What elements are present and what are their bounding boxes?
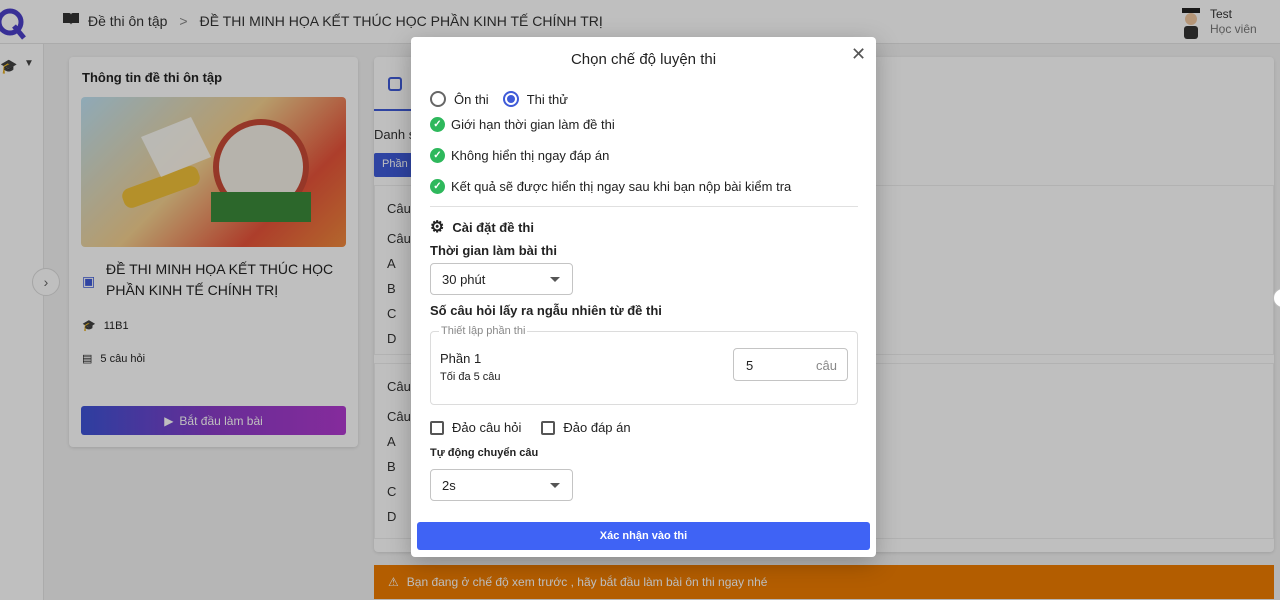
part-max: Tối đa 5 câu [440,371,501,383]
caret-down-icon [550,483,560,488]
time-label: Thời gian làm bài thi [430,243,557,258]
shuffle-answers-label[interactable]: Đảo đáp án [563,420,630,435]
auto-next-label: Tự động chuyển câu [430,447,539,459]
auto-next-select[interactable]: 2s [430,469,573,501]
question-count-input[interactable]: 5 câu [733,348,848,381]
dialog-title: Chọn chế độ luyện thi [570,51,717,68]
feature-text: Giới hạn thời gian làm đề thi [451,117,615,132]
time-select-value: 30 phút [442,272,486,287]
settings-heading: ⚙ Cài đặt đề thi [430,217,534,237]
shuffle-options: Đảo câu hỏi Đảo đáp án [430,420,631,435]
auto-next-value: 2s [442,478,456,493]
question-count-unit: câu [816,358,837,373]
shuffle-questions-label[interactable]: Đảo câu hỏi [452,420,521,435]
part-name: Phần 1 [440,351,482,366]
shuffle-questions-checkbox[interactable] [430,420,444,435]
feature-item: ✓ Kết quả sẽ được hiển thị ngay sau khi … [430,179,791,194]
divider [430,206,858,207]
caret-down-icon [550,277,560,282]
feature-item: ✓ Không hiển thị ngay đáp án [430,148,609,163]
feature-text: Không hiển thị ngay đáp án [451,148,610,163]
part-setup-legend: Thiết lập phần thi [439,325,528,337]
check-circle-icon: ✓ [430,117,445,132]
settings-heading-text: Cài đặt đề thi [452,219,534,235]
check-circle-icon: ✓ [430,179,445,194]
radio-practice-label[interactable]: Ôn thi [454,92,489,107]
exam-mode-dialog: Chọn chế độ luyện thi ✕ Ôn thi Thi thử ✓… [411,37,876,557]
confirm-start-button[interactable]: Xác nhận vào thi [417,522,870,550]
gear-icon: ⚙ [430,219,445,236]
feature-item: ✓ Giới hạn thời gian làm đề thi [430,117,615,132]
radio-practice[interactable] [430,91,446,107]
radio-mock-exam[interactable] [502,91,519,107]
shuffle-answers-checkbox[interactable] [541,420,556,435]
radio-mock-exam-label[interactable]: Thi thử [527,92,568,107]
question-count-value: 5 [746,358,754,373]
random-questions-label: Số câu hỏi lấy ra ngẫu nhiên từ đề thi [430,303,662,318]
feature-text: Kết quả sẽ được hiển thị ngay sau khi bạ… [451,179,792,194]
mode-radio-group: Ôn thi Thi thử [430,91,574,107]
close-icon[interactable]: ✕ [851,44,866,65]
check-circle-icon: ✓ [430,148,445,163]
time-select[interactable]: 30 phút [430,263,573,295]
part-setup-fieldset: Thiết lập phần thi Phần 1 Tối đa 5 câu 5… [430,325,858,405]
